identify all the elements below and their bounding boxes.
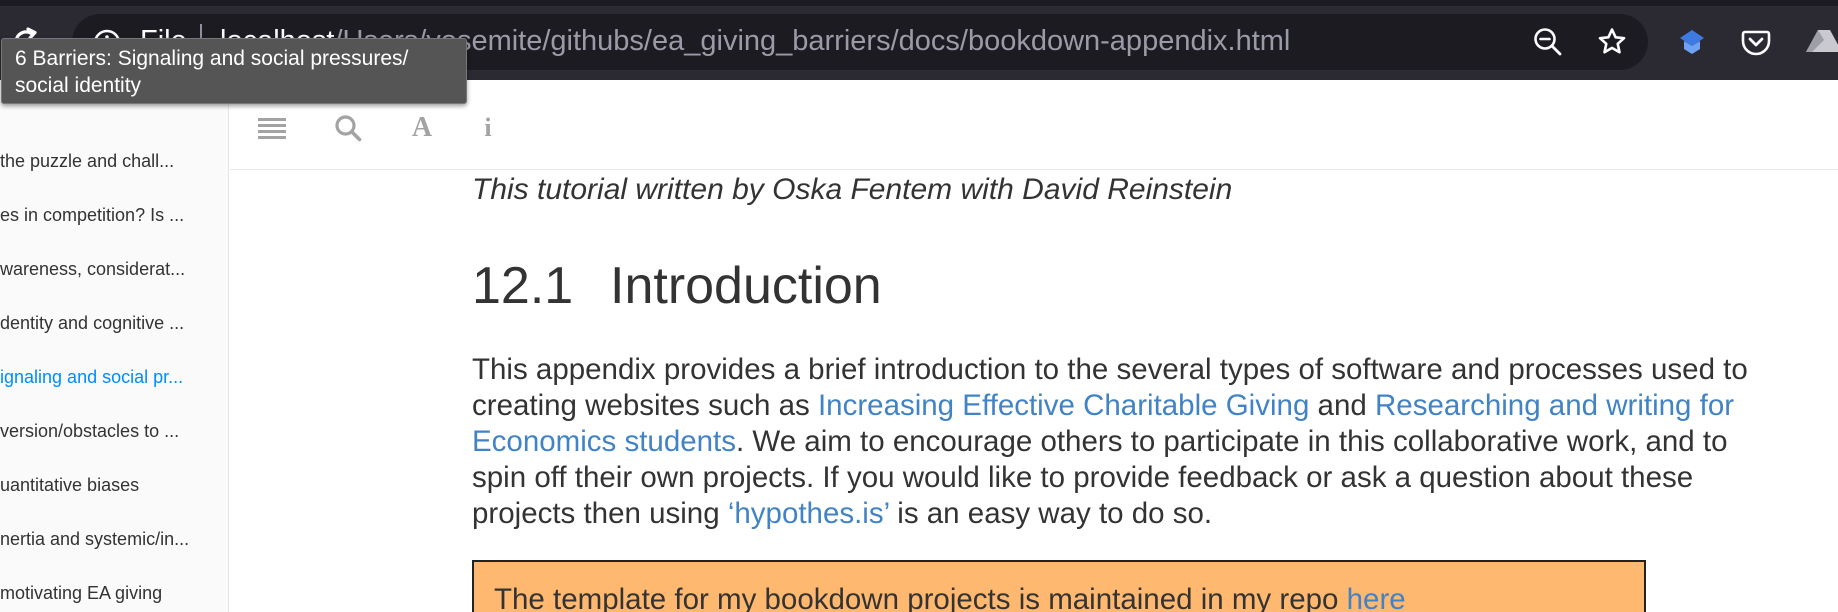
tooltip-line-2: social identity bbox=[15, 74, 142, 97]
callout-link-here[interactable]: here bbox=[1347, 583, 1406, 612]
book-info-icon[interactable]: i bbox=[478, 110, 498, 146]
book-body: This tutorial written by Oska Fentem wit… bbox=[230, 170, 1838, 612]
section-number: 12.1 bbox=[472, 257, 574, 315]
tab-strip-edge bbox=[0, 0, 1838, 6]
toc-item[interactable]: uantitative biases bbox=[0, 474, 200, 496]
toc-item[interactable]: motivating EA giving bbox=[0, 582, 200, 604]
drive-icon[interactable] bbox=[1804, 26, 1838, 58]
para-text: and bbox=[1309, 389, 1375, 422]
extension-icon[interactable] bbox=[1676, 26, 1708, 58]
toc-item[interactable]: wareness, considerat... bbox=[0, 258, 200, 280]
toc-sidebar: the puzzle and chall... es in competitio… bbox=[0, 80, 229, 612]
toc-item[interactable]: version/obstacles to ... bbox=[0, 420, 200, 442]
callout-body: The template for my bookdown projects is… bbox=[494, 583, 1347, 612]
link-hypothes-is[interactable]: ‘hypothes.is’ bbox=[728, 497, 889, 530]
search-icon[interactable] bbox=[330, 110, 366, 146]
toc-item[interactable]: the puzzle and chall... bbox=[0, 150, 200, 172]
byline: This tutorial written by Oska Fentem wit… bbox=[472, 173, 1233, 206]
callout-box: The template for my bookdown projects is… bbox=[472, 560, 1646, 612]
book-header: A i bbox=[230, 80, 1838, 170]
url-path: /Users/yosemite/githubs/ea_giving_barrie… bbox=[334, 25, 1291, 57]
pocket-icon[interactable] bbox=[1740, 26, 1772, 58]
para-text: is an easy way to do so. bbox=[889, 497, 1213, 530]
link-increasing-effective-charitable-giving[interactable]: Increasing Effective Charitable Giving bbox=[818, 389, 1309, 422]
intro-paragraph: This appendix provides a brief introduct… bbox=[472, 352, 1762, 532]
toc-item[interactable]: es in competition? Is ... bbox=[0, 204, 200, 226]
zoom-out-icon[interactable] bbox=[1532, 26, 1564, 58]
toc-item[interactable]: nertia and systemic/in... bbox=[0, 528, 200, 550]
toc-item[interactable]: dentity and cognitive ... bbox=[0, 312, 200, 334]
toc-toggle-icon[interactable] bbox=[254, 110, 290, 146]
font-settings-icon[interactable]: A bbox=[404, 110, 440, 146]
section-heading: 12.1 Introduction bbox=[472, 256, 882, 316]
toc-item-active[interactable]: ignaling and social pr... bbox=[0, 366, 200, 388]
toc-tooltip: 6 Barriers: Signaling and social pressur… bbox=[1, 38, 467, 104]
section-title: Introduction bbox=[610, 257, 882, 315]
callout-text: The template for my bookdown projects is… bbox=[494, 582, 1406, 612]
tooltip-line-1: 6 Barriers: Signaling and social pressur… bbox=[15, 47, 409, 70]
star-icon[interactable] bbox=[1596, 26, 1628, 58]
